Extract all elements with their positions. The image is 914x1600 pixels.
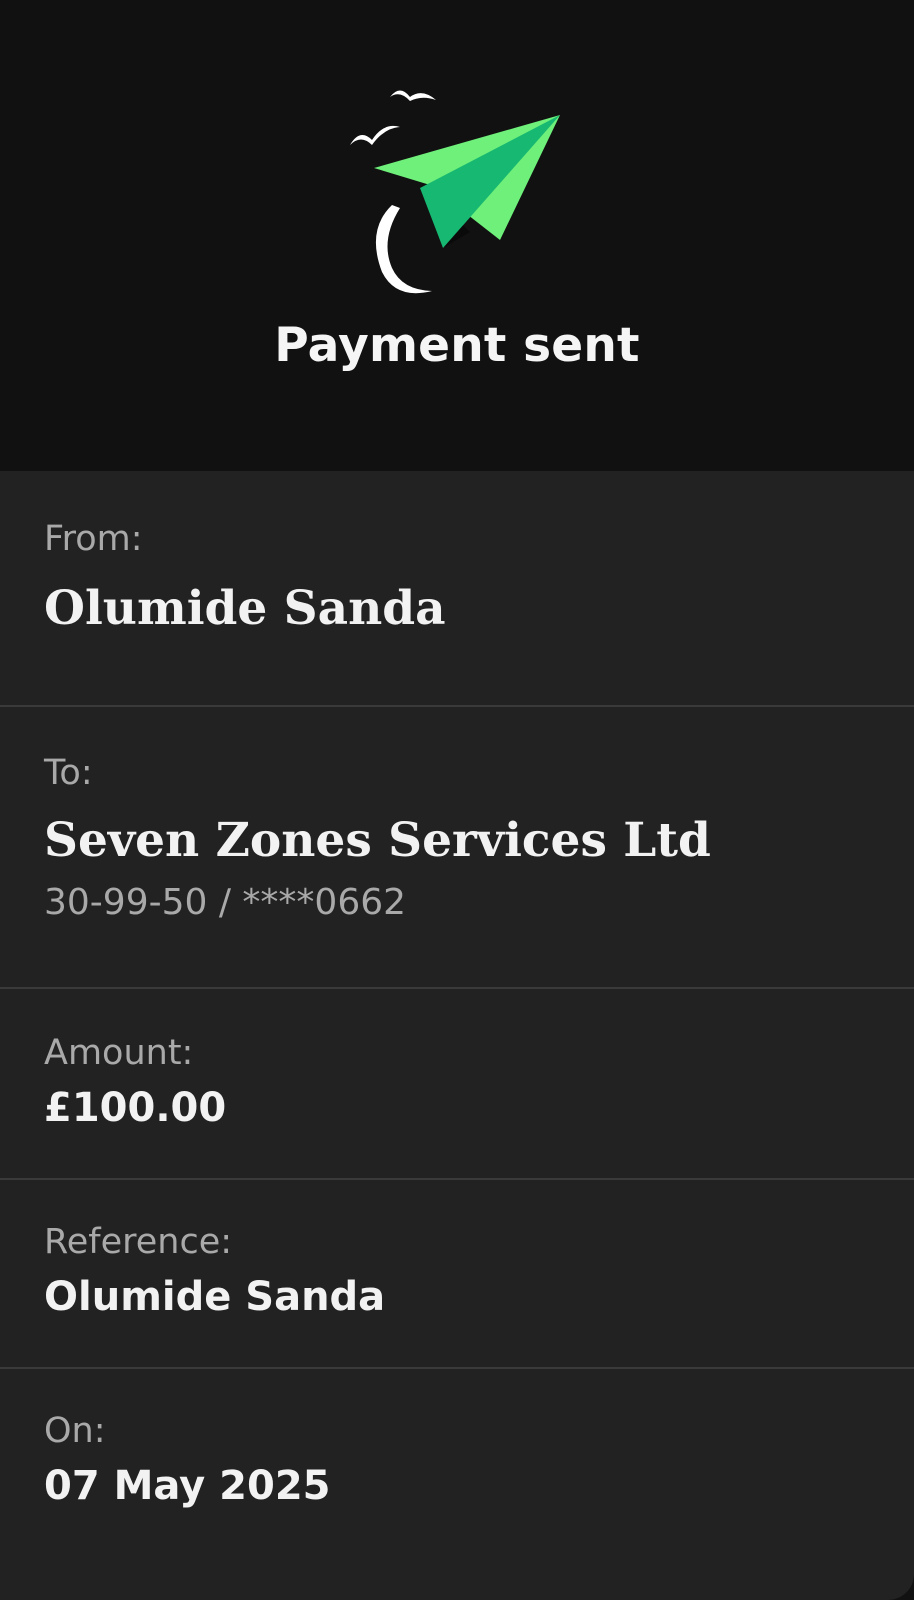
account-details: 30-99-50 / ****0662 <box>44 882 407 923</box>
paper-plane-icon <box>350 90 560 294</box>
date-row: On: 07 May 2025 <box>0 1369 914 1600</box>
amount-label: Amount: <box>44 1033 194 1073</box>
from-label: From: <box>44 519 143 559</box>
to-row: To: Seven Zones Services Ltd 30-99-50 / … <box>0 707 914 989</box>
to-label: To: <box>44 753 93 793</box>
reference-value: Olumide Sanda <box>44 1274 386 1320</box>
from-value: Olumide Sanda <box>44 581 446 636</box>
reference-row: Reference: Olumide Sanda <box>0 1180 914 1369</box>
amount-row: Amount: £100.00 <box>0 989 914 1180</box>
reference-label: Reference: <box>44 1222 233 1262</box>
amount-value: £100.00 <box>44 1085 227 1131</box>
date-value: 07 May 2025 <box>44 1463 331 1509</box>
from-row: From: Olumide Sanda <box>0 471 914 707</box>
payment-details-card: From: Olumide Sanda To: Seven Zones Serv… <box>0 471 914 1600</box>
to-value: Seven Zones Services Ltd <box>44 813 711 868</box>
date-label: On: <box>44 1411 106 1451</box>
page-title: Payment sent <box>274 318 640 373</box>
header: Payment sent <box>0 0 914 471</box>
